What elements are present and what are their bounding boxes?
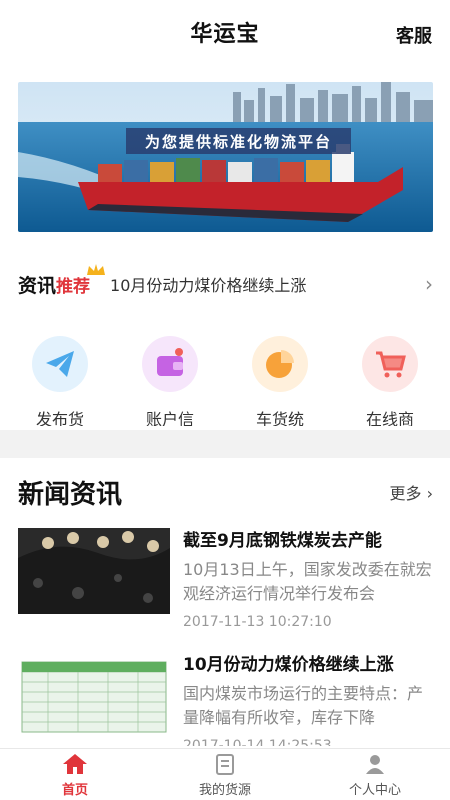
banner-slogan: 为您提供标准化物流平台 xyxy=(126,128,351,154)
ticker-label-highlight: 推荐 xyxy=(56,276,91,297)
ticker-label-main: 资讯 xyxy=(18,274,57,297)
app-header: 华运宝 客服 xyxy=(0,0,450,64)
news-title: 10月份动力煤价格继续上涨 xyxy=(183,655,394,675)
ticker-label: 资讯推荐 xyxy=(18,263,106,298)
quick-action-stats[interactable]: 车货统 xyxy=(235,336,325,426)
news-time: 2017-10-14 14:25:53 xyxy=(183,738,332,746)
app-title: 华运宝 xyxy=(190,22,260,47)
section-divider xyxy=(0,430,450,458)
news-item[interactable]: 10月份动力煤价格继续上涨 国内煤炭市场运行的主要特点：产量降幅有所收窄，库存下… xyxy=(18,652,433,746)
paper-plane-icon xyxy=(32,336,88,392)
wallet-icon xyxy=(142,336,198,392)
quick-actions: 发布货 账户信 车货统 在线商 xyxy=(0,336,450,426)
news-text: 截至9月底钢铁煤炭去产能 10月13日上午，国家发改委在就宏观经济运行情况举行发… xyxy=(183,528,433,630)
bottom-tab-bar: 首页 我的货源 个人中心 xyxy=(0,748,450,800)
more-label: 更多 xyxy=(389,484,422,503)
chevron-right-icon[interactable]: › xyxy=(425,272,433,296)
news-title: 截至9月底钢铁煤炭去产能 xyxy=(183,531,382,551)
news-ticker[interactable]: 资讯推荐 10月份动力煤价格继续上涨 › xyxy=(18,262,433,306)
pie-chart-icon xyxy=(252,336,308,392)
shopping-cart-icon xyxy=(362,336,418,392)
news-section-header: 新闻资讯 更多 › xyxy=(18,470,433,514)
tab-label: 我的货源 xyxy=(198,783,251,798)
news-summary: 10月13日上午，国家发改委在就宏观经济运行情况举行发布会 xyxy=(183,560,432,603)
tab-profile[interactable]: 个人中心 xyxy=(300,749,450,800)
news-text: 10月份动力煤价格继续上涨 国内煤炭市场运行的主要特点：产量降幅有所收窄，库存下… xyxy=(183,652,433,746)
quick-action-account[interactable]: 账户信 xyxy=(125,336,215,426)
promo-banner[interactable]: 为您提供标准化物流平台 xyxy=(18,82,433,232)
quick-action-label: 在线商 xyxy=(365,410,414,426)
tab-home[interactable]: 首页 xyxy=(0,749,150,800)
news-thumbnail xyxy=(18,652,170,738)
user-icon xyxy=(366,755,384,774)
tab-label: 首页 xyxy=(61,783,88,798)
news-time: 2017-11-13 10:27:10 xyxy=(183,614,332,630)
more-news-link[interactable]: 更多 › xyxy=(390,480,434,504)
tab-my-cargo[interactable]: 我的货源 xyxy=(150,749,300,800)
crown-icon xyxy=(87,263,106,275)
news-thumbnail xyxy=(18,528,170,614)
cargo-ship-image xyxy=(18,82,433,232)
news-list: 截至9月底钢铁煤炭去产能 10月13日上午，国家发改委在就宏观经济运行情况举行发… xyxy=(0,528,450,746)
quick-action-shop[interactable]: 在线商 xyxy=(345,336,435,426)
quick-action-label: 账户信 xyxy=(145,410,194,426)
quick-action-label: 车货统 xyxy=(255,410,304,426)
news-item[interactable]: 截至9月底钢铁煤炭去产能 10月13日上午，国家发改委在就宏观经济运行情况举行发… xyxy=(18,528,433,638)
tab-label: 个人中心 xyxy=(348,783,401,798)
home-icon xyxy=(63,754,87,774)
document-icon xyxy=(216,754,234,775)
quick-action-label: 发布货 xyxy=(35,410,84,426)
news-summary: 国内煤炭市场运行的主要特点：产量降幅有所收窄，库存下降 xyxy=(183,684,424,727)
customer-service-button[interactable]: 客服 xyxy=(396,22,432,48)
quick-action-publish[interactable]: 发布货 xyxy=(15,336,105,426)
ticker-headline[interactable]: 10月份动力煤价格继续上涨 xyxy=(110,272,425,296)
news-heading: 新闻资讯 xyxy=(18,479,123,510)
